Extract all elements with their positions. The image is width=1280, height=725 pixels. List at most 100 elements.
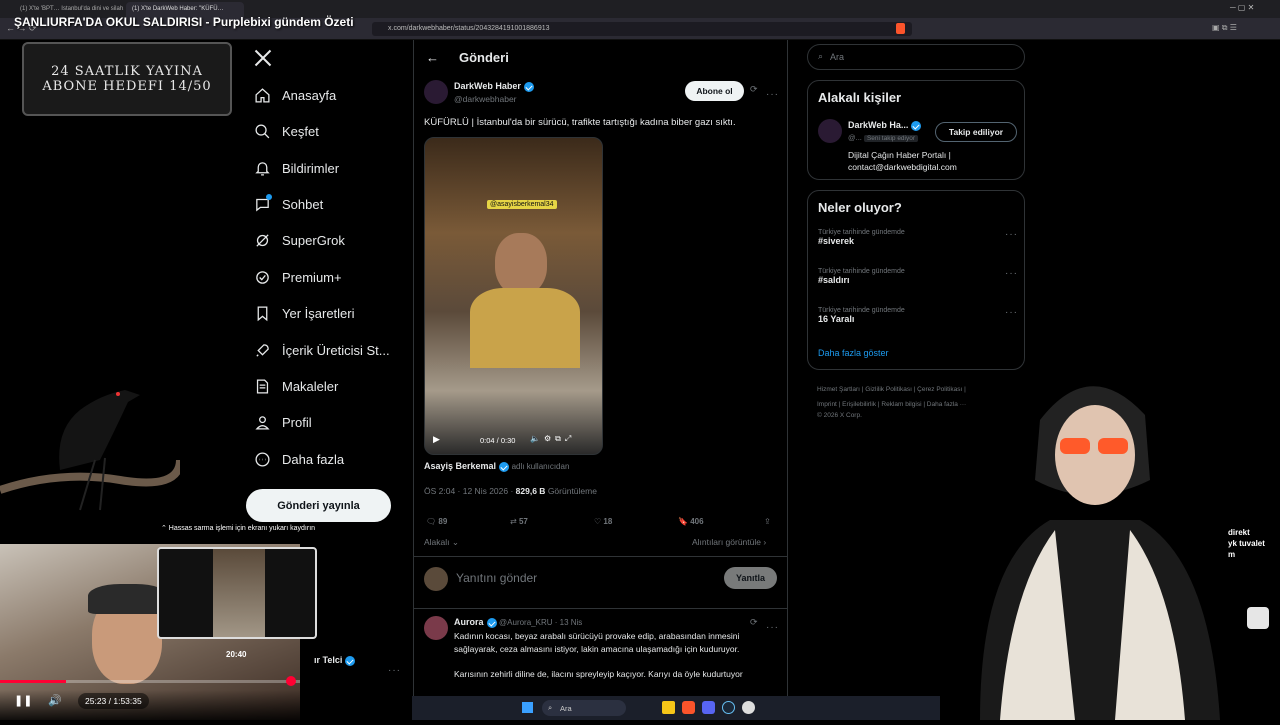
nav-item-creator-studio[interactable]: İçerik Üreticisi St...: [252, 336, 390, 364]
post-button[interactable]: Gönderi yayınla: [246, 489, 391, 522]
streamer-cap: [88, 584, 168, 614]
window-controls[interactable]: ─ ▢ ✕: [1230, 3, 1254, 12]
my-avatar: [424, 567, 448, 591]
nav-item-explore[interactable]: Keşfet: [252, 117, 319, 145]
trend-item[interactable]: Türkiye tarihinde gündemde #saldırı ···: [818, 268, 1018, 285]
account-more-icon[interactable]: ···: [388, 660, 401, 678]
related-name-text: DarkWeb Ha...: [848, 120, 909, 130]
like-action[interactable]: ♡ 18: [594, 517, 612, 526]
taskbar-search[interactable]: ⌕ Ara: [542, 700, 626, 716]
related-avatar[interactable]: [818, 119, 842, 143]
reply-text-line: Kadının kocası, beyaz arabalı sürücüyü p…: [454, 631, 740, 641]
post-text: KÜFÜRLÜ | İstanbul'da bir sürücü, trafik…: [424, 117, 736, 128]
toolbar-icons[interactable]: ▣ ⧉ ☰: [1212, 23, 1237, 33]
repost-action[interactable]: ⇄ 57: [510, 517, 528, 526]
reply-count: 89: [438, 517, 448, 526]
related-title: Alakalı kişiler: [818, 90, 902, 105]
trend-item[interactable]: Türkiye tarihinde gündemde #siverek ···: [818, 229, 1018, 246]
post-timestamp[interactable]: ÖS 2:04 · 12 Nis 2026 ·: [424, 486, 516, 496]
trend-kicker: Türkiye tarihinde gündemde: [818, 307, 905, 314]
trend-more-icon[interactable]: ···: [1005, 307, 1018, 318]
character-overlay: [940, 360, 1240, 720]
nav-item-profile[interactable]: Profil: [252, 408, 312, 436]
view-quotes-link[interactable]: Alıntıları görüntüle ›: [692, 537, 766, 547]
seek-preview-thumbnail: [157, 547, 317, 639]
windows-start-icon[interactable]: [522, 702, 533, 713]
x-logo-icon[interactable]: [253, 48, 273, 68]
reply-input[interactable]: Yanıtını gönder: [456, 571, 537, 585]
nav-label: Yer İşaretleri: [282, 305, 355, 321]
verified-badge-icon: [486, 617, 497, 628]
discord-icon[interactable]: [702, 701, 715, 714]
folder-icon[interactable]: [662, 701, 675, 714]
search-icon: ⌕: [818, 51, 824, 61]
volume-icon[interactable]: 🔊: [48, 694, 62, 707]
verified-badge-icon: [523, 81, 534, 92]
brave-browser-icon[interactable]: [682, 701, 695, 714]
progress-track[interactable]: [0, 680, 300, 683]
video-person-shirt: [470, 288, 580, 368]
related-name[interactable]: DarkWeb Ha...: [848, 120, 922, 131]
related-people-card: Alakalı kişiler DarkWeb Ha... @... Seni …: [807, 80, 1025, 180]
share-icon[interactable]: ⇪: [764, 517, 771, 526]
bookmark-action[interactable]: 🔖 406: [678, 517, 704, 526]
nav-item-bookmarks[interactable]: Yer İşaretleri: [252, 299, 355, 327]
nav-label: Makaleler: [282, 378, 339, 394]
player-time: 25:23 / 1:53:35: [78, 693, 149, 709]
trend-item[interactable]: Türkiye tarihinde gündemde 16 Yaralı ···: [818, 307, 1018, 324]
sort-dropdown[interactable]: Alakalı ⌄: [424, 537, 459, 548]
video-watermark: @asayisberkemal34: [487, 200, 557, 209]
progress-scrubber[interactable]: [286, 676, 296, 686]
back-arrow-icon[interactable]: ←: [426, 50, 439, 65]
trend-more-icon[interactable]: ···: [1005, 268, 1018, 279]
author-name[interactable]: DarkWeb Haber: [454, 81, 534, 92]
grok-action-icon[interactable]: ⟳: [750, 617, 758, 628]
grok-icon: [252, 230, 272, 250]
post-video[interactable]: @asayisberkemal34 ▶ 0:04 / 0:30 🔈⚙⧉⤢: [424, 137, 603, 455]
nav-item-more[interactable]: Daha fazla: [252, 445, 344, 473]
video-player-controls: [0, 690, 300, 720]
nav-label: Bildirimler: [282, 160, 340, 176]
chat-icon: [252, 194, 272, 214]
reply-action[interactable]: 🗨 89: [426, 517, 447, 526]
obs-icon[interactable]: [742, 701, 755, 714]
reply-author-avatar[interactable]: [424, 616, 448, 640]
nav-label: Profil: [282, 414, 312, 430]
video-controls-icons[interactable]: 🔈⚙⧉⤢: [530, 434, 575, 444]
nav-label: Keşfet: [282, 123, 319, 139]
like-count: 18: [603, 517, 613, 526]
brave-shield-icon[interactable]: [896, 23, 905, 34]
reply-button[interactable]: Yanıtla: [724, 567, 777, 589]
address-bar[interactable]: x.com/darkwebhaber/status/20432841910018…: [372, 22, 912, 36]
video-source-name: Asayiş Berkemal: [424, 461, 497, 471]
nav-item-home[interactable]: Anasayfa: [252, 81, 336, 109]
magnifier-icon[interactable]: [1247, 607, 1269, 629]
subscriber-goal-banner: 24 SAATLIK YAYINA ABONE HEDEFI 14/50: [22, 42, 232, 116]
pause-icon[interactable]: ❚❚: [14, 694, 32, 707]
nav-item-premium[interactable]: Premium+: [252, 263, 342, 291]
play-icon[interactable]: ▶: [433, 434, 440, 445]
nav-item-supergrok[interactable]: SuperGrok: [252, 226, 345, 254]
trend-more-icon[interactable]: ···: [1005, 229, 1018, 240]
account-name-text: ır Telci: [314, 655, 343, 665]
trend-name: 16 Yaralı: [818, 314, 855, 324]
account-name[interactable]: ır Telci: [314, 655, 356, 666]
subscribe-button[interactable]: Abone ol: [685, 81, 744, 101]
reply-author-name[interactable]: Aurora @Aurora_KRU · 13 Nis: [454, 617, 582, 628]
search-input[interactable]: ⌕ Ara: [807, 44, 1025, 70]
grok-action-icon[interactable]: ⟳: [750, 84, 758, 95]
following-button[interactable]: Takip ediliyor: [935, 122, 1017, 142]
video-source[interactable]: Asayiş Berkemal adlı kullanıcıdan: [424, 461, 569, 472]
author-handle[interactable]: @darkwebhaber: [454, 94, 517, 104]
author-avatar[interactable]: [424, 80, 448, 104]
nav-item-notifications[interactable]: Bildirimler: [252, 154, 339, 182]
steam-icon[interactable]: [722, 701, 735, 714]
bookmark-icon: [252, 303, 272, 323]
related-bio: Dijital Çağın Haber Portalı | contact@da…: [848, 149, 957, 173]
nav-item-chat[interactable]: Sohbet: [252, 190, 323, 218]
nav-item-articles[interactable]: Makaleler: [252, 372, 338, 400]
post-more-icon[interactable]: ···: [766, 84, 779, 102]
reply-author-name-text: Aurora: [454, 617, 484, 627]
show-more-link[interactable]: Daha fazla göster: [818, 348, 889, 358]
crow-decoration: [0, 370, 184, 520]
